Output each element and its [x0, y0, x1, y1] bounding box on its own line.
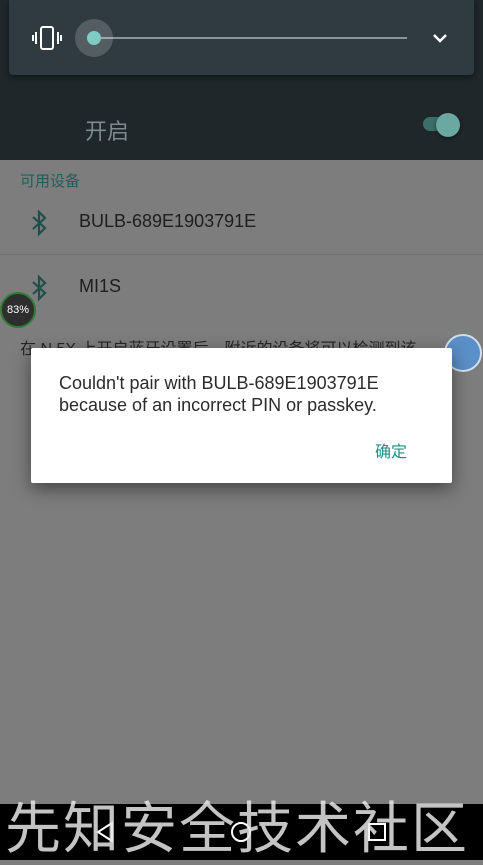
bluetooth-switch-row[interactable]: 开启	[0, 96, 483, 160]
available-devices-title: 可用设备	[20, 173, 81, 190]
pairing-error-dialog: Couldn't pair with BULB-689E1903791E bec…	[31, 348, 452, 483]
bluetooth-switch-label: 开启	[85, 119, 130, 144]
bluetooth-toggle-thumb[interactable]	[436, 113, 460, 137]
watermark: 先知安全技术社区	[5, 797, 469, 862]
volume-slider-track[interactable]	[101, 37, 407, 39]
vibrate-icon[interactable]	[32, 25, 62, 51]
volume-slider-thumb[interactable]	[87, 31, 101, 45]
device-row-bulb[interactable]: BULB-689E1903791E	[0, 191, 483, 255]
device-row-mi1s[interactable]: MI1S	[0, 256, 483, 320]
bluetooth-icon	[32, 209, 47, 237]
dialog-ok-button[interactable]: 确定	[375, 438, 407, 462]
battery-badge[interactable]: 83%	[0, 292, 36, 328]
volume-panel	[9, 0, 474, 75]
device-name: MI1S	[79, 276, 122, 296]
device-name: BULB-689E1903791E	[79, 211, 257, 231]
dialog-message: Couldn't pair with BULB-689E1903791E bec…	[59, 373, 379, 415]
chevron-down-icon[interactable]	[429, 28, 451, 48]
divider	[0, 254, 483, 255]
